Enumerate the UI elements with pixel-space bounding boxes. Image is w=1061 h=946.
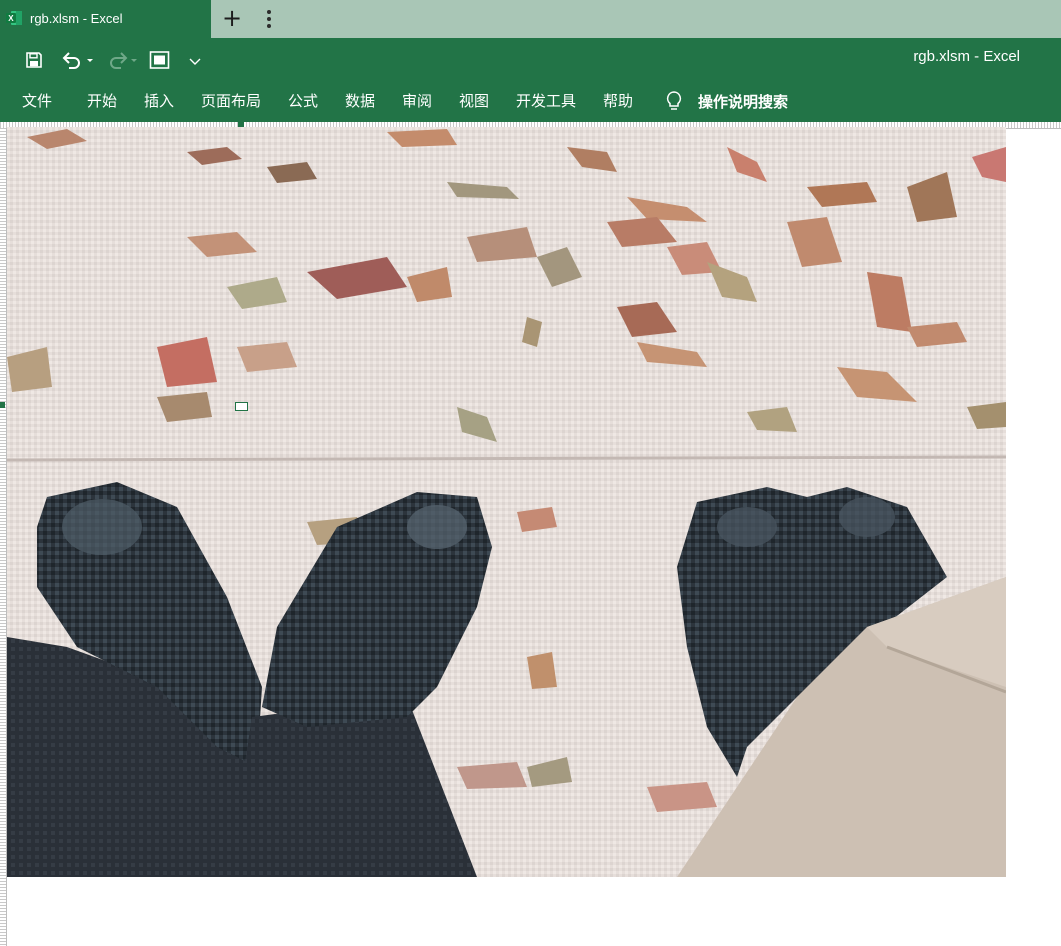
lightbulb-icon[interactable] — [665, 90, 683, 112]
document-title: rgb.xlsm - Excel — [913, 48, 1020, 65]
svg-text:X: X — [8, 14, 14, 23]
undo-icon[interactable] — [60, 50, 96, 72]
tell-me-search[interactable]: 操作说明搜索 — [698, 91, 788, 112]
new-tab-button[interactable]: + — [219, 6, 245, 32]
tab-page-layout[interactable]: 页面布局 — [201, 90, 261, 111]
pixel-art-photo[interactable] — [7, 127, 1006, 877]
browser-tab[interactable]: X rgb.xlsm - Excel — [0, 0, 211, 38]
ribbon: rgb.xlsm - Excel 文件 开始 插入 页面布局 公式 数据 审阅 … — [0, 38, 1061, 122]
tab-help[interactable]: 帮助 — [603, 90, 633, 111]
active-row-marker — [0, 402, 5, 408]
tab-insert[interactable]: 插入 — [144, 90, 174, 111]
tab-home[interactable]: 开始 — [87, 90, 117, 111]
tab-view[interactable]: 视图 — [459, 90, 489, 111]
touch-mode-icon[interactable] — [149, 50, 171, 72]
tab-file[interactable]: 文件 — [22, 90, 52, 111]
tab-developer[interactable]: 开发工具 — [516, 90, 576, 111]
save-icon[interactable] — [24, 50, 44, 72]
worksheet-area[interactable] — [0, 122, 1061, 946]
paste-options-icon[interactable] — [235, 402, 248, 411]
tab-title: rgb.xlsm - Excel — [30, 11, 123, 26]
tab-review[interactable]: 审阅 — [402, 90, 432, 111]
kebab-menu-icon[interactable] — [259, 8, 279, 30]
excel-icon: X — [6, 10, 22, 26]
tab-data[interactable]: 数据 — [345, 90, 375, 111]
customize-quick-access-icon[interactable] — [187, 50, 203, 72]
browser-tab-strip: X rgb.xlsm - Excel + — [0, 0, 1061, 38]
redo-icon[interactable] — [104, 50, 140, 72]
tab-formulas[interactable]: 公式 — [288, 90, 318, 111]
row-header-ruler[interactable] — [0, 128, 7, 946]
